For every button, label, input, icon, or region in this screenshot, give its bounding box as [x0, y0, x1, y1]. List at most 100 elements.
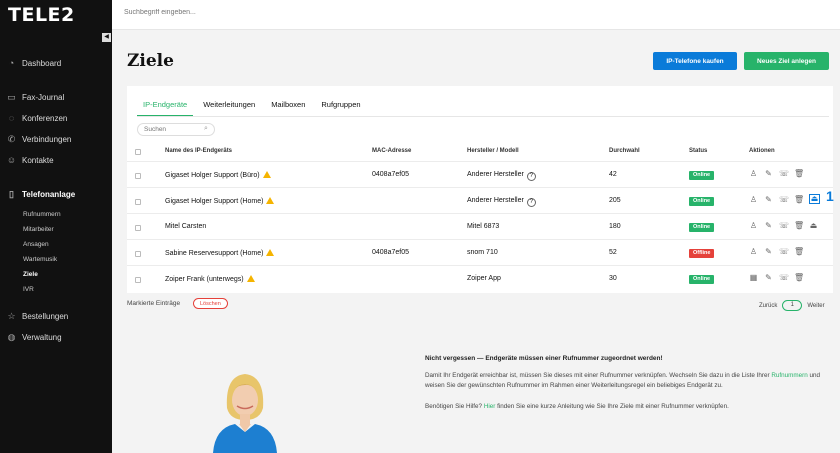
device-name[interactable]: Gigaset Holger Support (Büro)	[165, 172, 260, 179]
provisioning-icon[interactable]: ⏏	[809, 220, 818, 232]
help-icon[interactable]: ?	[526, 172, 536, 181]
contacts-icon: ☺	[6, 155, 17, 165]
tab-mailboxen[interactable]: Mailboxen	[265, 96, 311, 117]
edit-pencil-icon[interactable]: ✎	[764, 194, 773, 206]
assign-user-icon[interactable]: ♙	[749, 246, 758, 258]
speedometer-icon: ◔	[8, 58, 15, 68]
header-mac: MAC-Adresse	[372, 148, 412, 154]
search-icon: ⌕	[204, 125, 208, 132]
edit-pencil-icon[interactable]: ✎	[764, 220, 773, 232]
row-actions: ♙ ✎ ☏ 🗑	[749, 246, 804, 258]
pbx-icon: ▯	[9, 189, 14, 199]
marked-entries-label: Markierte Einträge	[127, 300, 181, 307]
global-search-input[interactable]	[124, 9, 424, 16]
row-actions: ♙ ✎ ☏ 🗑 ⏏	[749, 220, 818, 232]
warning-icon	[262, 171, 271, 178]
device-name[interactable]: Mitel Carsten	[165, 223, 206, 230]
edit-pencil-icon[interactable]: ✎	[764, 168, 773, 180]
tab-rufgruppen[interactable]: Rufgruppen	[315, 96, 366, 117]
row-checkbox[interactable]	[135, 199, 141, 205]
device-name[interactable]: Zoiper Frank (unterwegs)	[165, 276, 244, 283]
collapse-sidebar-button[interactable]: ◀	[102, 33, 111, 42]
row-actions: ▦ ✎ ☏ 🗑	[749, 272, 804, 284]
row-checkbox[interactable]	[135, 251, 141, 257]
table-row: Mitel Carsten Mitel 6873 180 Online ♙ ✎ …	[127, 213, 833, 239]
warning-icon	[266, 249, 275, 256]
hint-paragraph-2: Benötigen Sie Hilfe? Hier finden Sie ein…	[425, 403, 729, 410]
sidebar-subitem-mitarbeiter[interactable]: Mitarbeiter	[23, 226, 54, 233]
sidebar-item-bestellungen[interactable]: ☆ Bestellungen	[6, 311, 68, 322]
sidebar-item-dashboard[interactable]: ◔ Dashboard	[6, 58, 61, 69]
rufnummern-link[interactable]: Rufnummern	[771, 372, 807, 379]
sidebar-item-konferenzen[interactable]: ◌ Konferenzen	[6, 113, 68, 124]
sidebar-subitem-rufnummern[interactable]: Rufnummern	[23, 211, 61, 218]
delete-trash-icon[interactable]: 🗑	[794, 194, 804, 206]
sidebar: ◀ ◔ Dashboard ▭ Fax-Journal ◌ Konferenze…	[0, 30, 112, 453]
hint-title: Nicht vergessen — Endgeräte müssen einer…	[425, 355, 663, 362]
help-icon[interactable]: ?	[526, 198, 536, 207]
row-checkbox[interactable]	[135, 173, 141, 179]
buy-ip-phones-button[interactable]: IP-Telefone kaufen	[653, 52, 737, 70]
support-woman-illustration	[213, 374, 277, 453]
status-badge: Online	[689, 171, 715, 180]
sidebar-subitem-wartemusik[interactable]: Wartemusik	[23, 256, 57, 263]
phone-device-icon[interactable]: ☏	[779, 272, 789, 284]
header-name: Name des IP-Endgeräts	[165, 148, 233, 154]
provisioning-icon[interactable]: ⏏	[809, 194, 820, 204]
vendor-model: Anderer Hersteller	[467, 197, 524, 204]
delete-trash-icon[interactable]: 🗑	[794, 220, 804, 232]
annotation-marker: 1	[826, 188, 834, 204]
assign-user-icon[interactable]: ♙	[749, 194, 758, 206]
mac-address: 0408a7ef05	[372, 171, 409, 178]
page-number[interactable]: 1	[782, 300, 803, 311]
delete-trash-icon[interactable]: 🗑	[794, 246, 804, 258]
device-name[interactable]: Gigaset Holger Support (Home)	[165, 198, 263, 205]
sidebar-subitem-ivr[interactable]: IVR	[23, 286, 34, 293]
sidebar-subitem-ziele[interactable]: Ziele	[23, 271, 38, 278]
sidebar-item-kontakte[interactable]: ☺ Kontakte	[6, 155, 54, 166]
prev-page-link[interactable]: Zurück	[759, 303, 777, 309]
assign-user-icon[interactable]: ♙	[749, 220, 758, 232]
status-badge: Online	[689, 223, 715, 232]
phone-device-icon[interactable]: ☏	[779, 168, 789, 180]
edit-pencil-icon[interactable]: ✎	[764, 246, 773, 258]
phone-device-icon[interactable]: ☏	[779, 220, 789, 232]
fax-icon: ▭	[7, 92, 16, 102]
edit-pencil-icon[interactable]: ✎	[764, 272, 773, 284]
conference-icon: ◌	[8, 113, 15, 123]
row-checkbox[interactable]	[135, 277, 141, 283]
tele2-logo[interactable]: TELE2	[8, 4, 75, 26]
new-target-button[interactable]: Neues Ziel anlegen	[744, 52, 829, 70]
phone-device-icon[interactable]: ☏	[779, 246, 789, 258]
sidebar-item-verwaltung[interactable]: ◍ Verwaltung	[6, 332, 62, 343]
vendor-model: Anderer Hersteller	[467, 171, 524, 178]
sidebar-item-fax-journal[interactable]: ▭ Fax-Journal	[6, 92, 64, 103]
hint-paragraph-1: Damit Ihr Endgerät erreichbar ist, müsse…	[425, 372, 821, 389]
vendor-model: Zoiper App	[467, 275, 501, 282]
sidebar-subitem-ansagen[interactable]: Ansagen	[23, 241, 49, 248]
device-name[interactable]: Sabine Reservesupport (Home)	[165, 250, 263, 257]
assign-user-icon[interactable]: ♙	[749, 168, 758, 180]
table-row: Gigaset Holger Support (Home) Anderer He…	[127, 187, 833, 213]
row-checkbox[interactable]	[135, 225, 141, 231]
tab-weiterleitungen[interactable]: Weiterleitungen	[197, 96, 261, 117]
table-row: Sabine Reservesupport (Home) 0408a7ef05 …	[127, 239, 833, 265]
sidebar-item-telefonanlage[interactable]: ▯ Telefonanlage	[6, 189, 75, 200]
delete-trash-icon[interactable]: 🗑	[794, 272, 804, 284]
qr-code-icon[interactable]: ▦	[749, 272, 758, 284]
help-here-link[interactable]: Hier	[484, 403, 496, 410]
cart-icon: ☆	[7, 311, 16, 321]
delete-marked-button[interactable]: Löschen	[193, 298, 228, 309]
select-all-checkbox[interactable]	[135, 149, 141, 155]
next-page-link[interactable]: Weiter	[807, 303, 824, 309]
tab-ip-endgeraete[interactable]: IP-Endgeräte	[137, 96, 194, 117]
extension: 180	[609, 223, 621, 230]
phone-device-icon[interactable]: ☏	[779, 194, 789, 206]
extension: 30	[609, 275, 617, 282]
status-badge: Online	[689, 197, 715, 206]
sidebar-item-verbindungen[interactable]: ✆ Verbindungen	[6, 134, 72, 145]
warning-icon	[266, 197, 275, 204]
delete-trash-icon[interactable]: 🗑	[794, 168, 804, 180]
header-vendor: Hersteller / Modell	[467, 148, 519, 154]
row-actions: ♙ ✎ ☏ 🗑 ⏏	[749, 194, 820, 206]
